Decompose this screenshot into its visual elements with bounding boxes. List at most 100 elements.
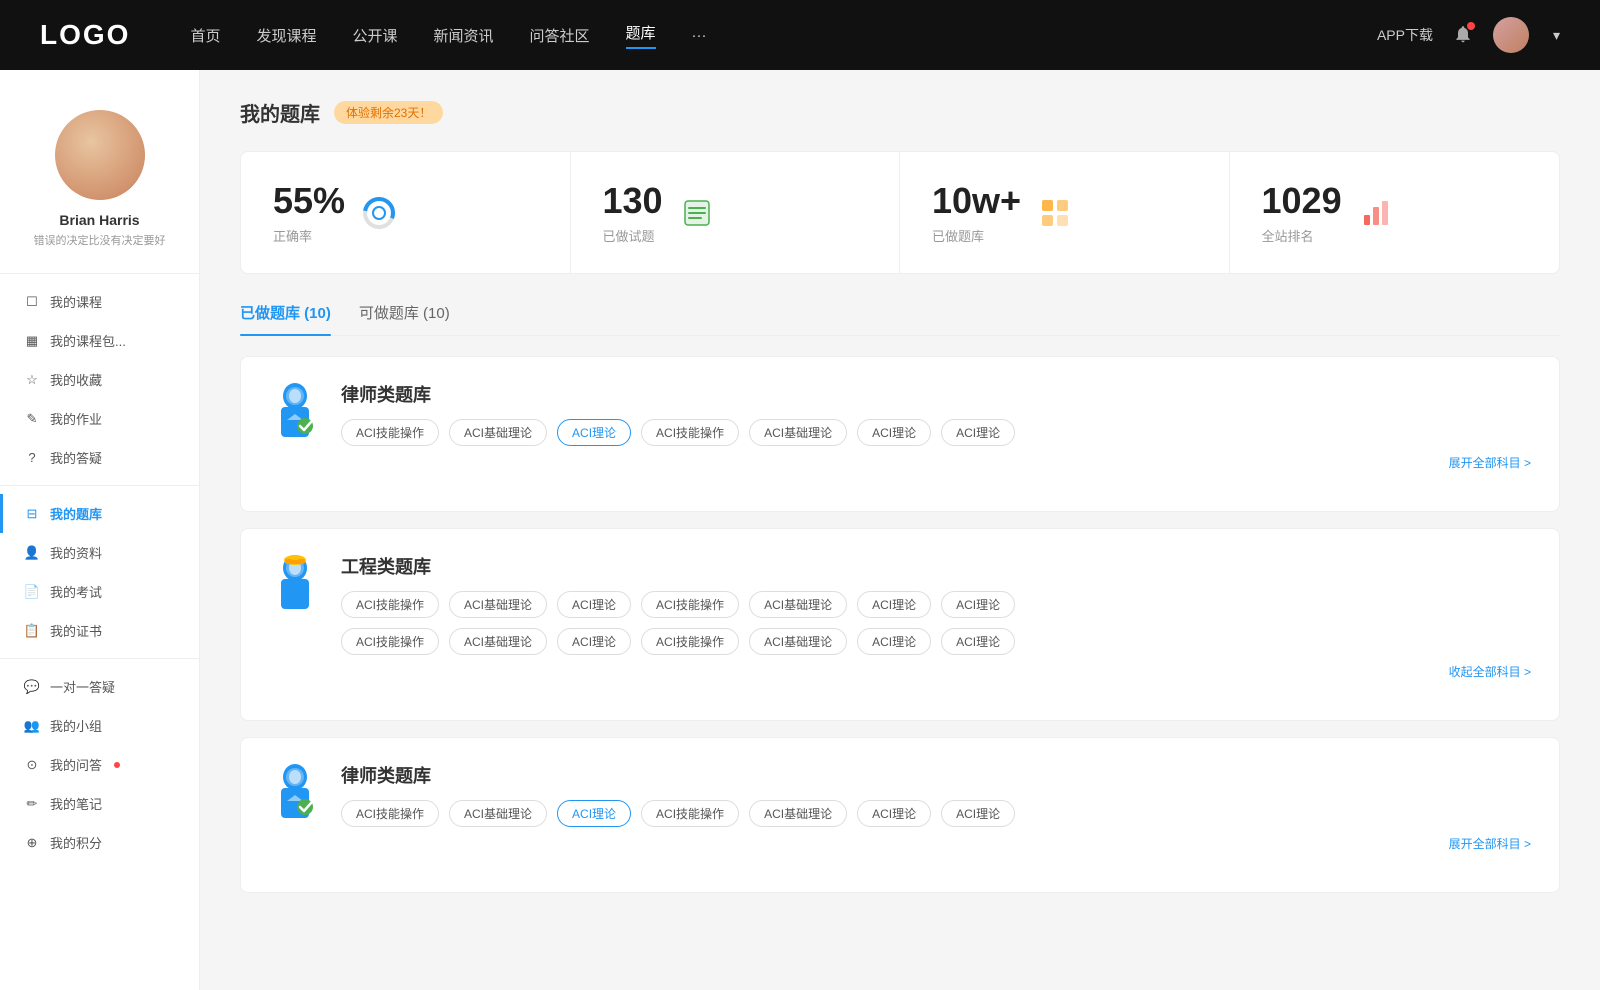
qbank-title-1: 律师类题库 <box>341 381 1531 407</box>
pie-icon <box>361 195 397 231</box>
app-download-btn[interactable]: APP下载 <box>1377 25 1433 45</box>
qbank-tags-1: ACI技能操作 ACI基础理论 ACI理论 ACI技能操作 ACI基础理论 AC… <box>341 419 1531 446</box>
qbank-tags-2-row1: ACI技能操作 ACI基础理论 ACI理论 ACI技能操作 ACI基础理论 AC… <box>341 591 1531 618</box>
list-grid-icon <box>679 195 715 231</box>
stat-banks-content: 10w+ 已做题库 <box>932 180 1021 245</box>
qbank-tags-3: ACI技能操作 ACI基础理论 ACI理论 ACI技能操作 ACI基础理论 AC… <box>341 800 1531 827</box>
tag-1-3[interactable]: ACI技能操作 <box>641 419 739 446</box>
stat-accuracy-label: 正确率 <box>273 226 345 245</box>
sidebar-item-tutor[interactable]: 💬 一对一答疑 <box>0 667 199 706</box>
tag-1-0[interactable]: ACI技能操作 <box>341 419 439 446</box>
qbank-header-2: 工程类题库 ACI技能操作 ACI基础理论 ACI理论 ACI技能操作 ACI基… <box>269 553 1531 680</box>
stat-questions-label: 已做试题 <box>603 226 663 245</box>
qbank-info-2: 工程类题库 ACI技能操作 ACI基础理论 ACI理论 ACI技能操作 ACI基… <box>341 553 1531 680</box>
sidebar-item-qbank[interactable]: ⊟ 我的题库 <box>0 494 199 533</box>
tab-available[interactable]: 可做题库 (10) <box>359 302 450 335</box>
sidebar-label-tutor: 一对一答疑 <box>50 677 115 696</box>
qbank-info-1: 律师类题库 ACI技能操作 ACI基础理论 ACI理论 ACI技能操作 ACI基… <box>341 381 1531 471</box>
sidebar-item-myqa[interactable]: ⊙ 我的问答 <box>0 745 199 784</box>
sidebar-item-course[interactable]: ☐ 我的课程 <box>0 282 199 321</box>
sidebar-item-group[interactable]: 👥 我的小组 <box>0 706 199 745</box>
notification-dot <box>1467 22 1475 30</box>
star-icon: ☆ <box>24 372 40 388</box>
tag-1-1[interactable]: ACI基础理论 <box>449 419 547 446</box>
nav-home[interactable]: 首页 <box>190 25 220 46</box>
stat-rank-value: 1029 <box>1262 180 1342 222</box>
qbank-tags-2-row2: ACI技能操作 ACI基础理论 ACI理论 ACI技能操作 ACI基础理论 AC… <box>341 628 1531 655</box>
page-title: 我的题库 <box>240 98 320 127</box>
notification-bell[interactable] <box>1453 24 1473 47</box>
sidebar-profile: Brian Harris 错误的决定比没有决定要好 <box>0 90 199 265</box>
tag-2-4[interactable]: ACI基础理论 <box>749 591 847 618</box>
main-nav: 首页 发现课程 公开课 新闻资讯 问答社区 题库 ··· <box>190 22 1377 49</box>
sidebar-label-package: 我的课程包... <box>50 331 126 350</box>
nav-open-course[interactable]: 公开课 <box>352 25 397 46</box>
tag-2-5[interactable]: ACI理论 <box>857 591 931 618</box>
sidebar-label-course: 我的课程 <box>50 292 102 311</box>
tag-3-5[interactable]: ACI理论 <box>857 800 931 827</box>
tag-2-r2-0[interactable]: ACI技能操作 <box>341 628 439 655</box>
tag-1-2[interactable]: ACI理论 <box>557 419 631 446</box>
header: LOGO 首页 发现课程 公开课 新闻资讯 问答社区 题库 ··· APP下载 … <box>0 0 1600 70</box>
group-icon: 👥 <box>24 718 40 734</box>
sidebar-item-exam[interactable]: 📄 我的考试 <box>0 572 199 611</box>
avatar-bg <box>55 110 145 200</box>
tag-2-r2-1[interactable]: ACI基础理论 <box>449 628 547 655</box>
qbank-header-3: 律师类题库 ACI技能操作 ACI基础理论 ACI理论 ACI技能操作 ACI基… <box>269 762 1531 852</box>
tag-2-r2-6[interactable]: ACI理论 <box>941 628 1015 655</box>
tag-3-2[interactable]: ACI理论 <box>557 800 631 827</box>
sidebar-item-package[interactable]: ▦ 我的课程包... <box>0 321 199 360</box>
tag-2-r2-4[interactable]: ACI基础理论 <box>749 628 847 655</box>
avatar-image <box>1493 17 1529 53</box>
qbank-expand-3[interactable]: 展开全部科目 > <box>341 835 1531 852</box>
qbank-expand-1[interactable]: 展开全部科目 > <box>341 454 1531 471</box>
sidebar-item-favorites[interactable]: ☆ 我的收藏 <box>0 360 199 399</box>
sidebar-item-cert[interactable]: 📋 我的证书 <box>0 611 199 650</box>
sidebar-item-homework[interactable]: ✎ 我的作业 <box>0 399 199 438</box>
tag-2-3[interactable]: ACI技能操作 <box>641 591 739 618</box>
lawyer-icon-3 <box>269 762 321 822</box>
nav-more[interactable]: ··· <box>692 27 707 44</box>
tag-3-1[interactable]: ACI基础理论 <box>449 800 547 827</box>
nav-news[interactable]: 新闻资讯 <box>434 25 494 46</box>
tag-3-0[interactable]: ACI技能操作 <box>341 800 439 827</box>
tag-3-4[interactable]: ACI基础理论 <box>749 800 847 827</box>
tag-1-4[interactable]: ACI基础理论 <box>749 419 847 446</box>
tag-2-r2-3[interactable]: ACI技能操作 <box>641 628 739 655</box>
sidebar-label-note: 我的笔记 <box>50 794 102 813</box>
tag-1-5[interactable]: ACI理论 <box>857 419 931 446</box>
stat-questions: 130 已做试题 <box>571 152 901 273</box>
qbank-collapse-2[interactable]: 收起全部科目 > <box>341 663 1531 680</box>
tab-done[interactable]: 已做题库 (10) <box>240 302 331 335</box>
sidebar-label-question: 我的答疑 <box>50 448 102 467</box>
myqa-badge <box>114 762 120 768</box>
nav-qbank[interactable]: 题库 <box>626 22 656 49</box>
page-header: 我的题库 体验剩余23天！ <box>240 98 1560 127</box>
tag-2-1[interactable]: ACI基础理论 <box>449 591 547 618</box>
tag-2-r2-2[interactable]: ACI理论 <box>557 628 631 655</box>
sidebar-item-material[interactable]: 👤 我的资料 <box>0 533 199 572</box>
stat-questions-value: 130 <box>603 180 663 222</box>
user-avatar[interactable] <box>1493 17 1529 53</box>
tag-2-0[interactable]: ACI技能操作 <box>341 591 439 618</box>
nav-discover[interactable]: 发现课程 <box>256 25 316 46</box>
tag-3-6[interactable]: ACI理论 <box>941 800 1015 827</box>
sidebar-label-myqa: 我的问答 <box>50 755 102 774</box>
qbank-tabs: 已做题库 (10) 可做题库 (10) <box>240 302 1560 336</box>
tag-2-r2-5[interactable]: ACI理论 <box>857 628 931 655</box>
sidebar-label-group: 我的小组 <box>50 716 102 735</box>
user-menu-chevron[interactable]: ▾ <box>1553 27 1560 44</box>
sidebar-item-question[interactable]: ? 我的答疑 <box>0 438 199 477</box>
sidebar-item-points[interactable]: ⊕ 我的积分 <box>0 823 199 862</box>
tag-2-6[interactable]: ACI理论 <box>941 591 1015 618</box>
tag-2-2[interactable]: ACI理论 <box>557 591 631 618</box>
tag-1-6[interactable]: ACI理论 <box>941 419 1015 446</box>
stat-accuracy: 55% 正确率 <box>241 152 571 273</box>
tag-3-3[interactable]: ACI技能操作 <box>641 800 739 827</box>
tutor-icon: 💬 <box>24 679 40 695</box>
grid-icon <box>1037 195 1073 231</box>
note-icon: ✏ <box>24 796 40 812</box>
sidebar-item-note[interactable]: ✏ 我的笔记 <box>0 784 199 823</box>
sidebar-divider-1 <box>0 273 199 274</box>
nav-qa[interactable]: 问答社区 <box>530 25 590 46</box>
